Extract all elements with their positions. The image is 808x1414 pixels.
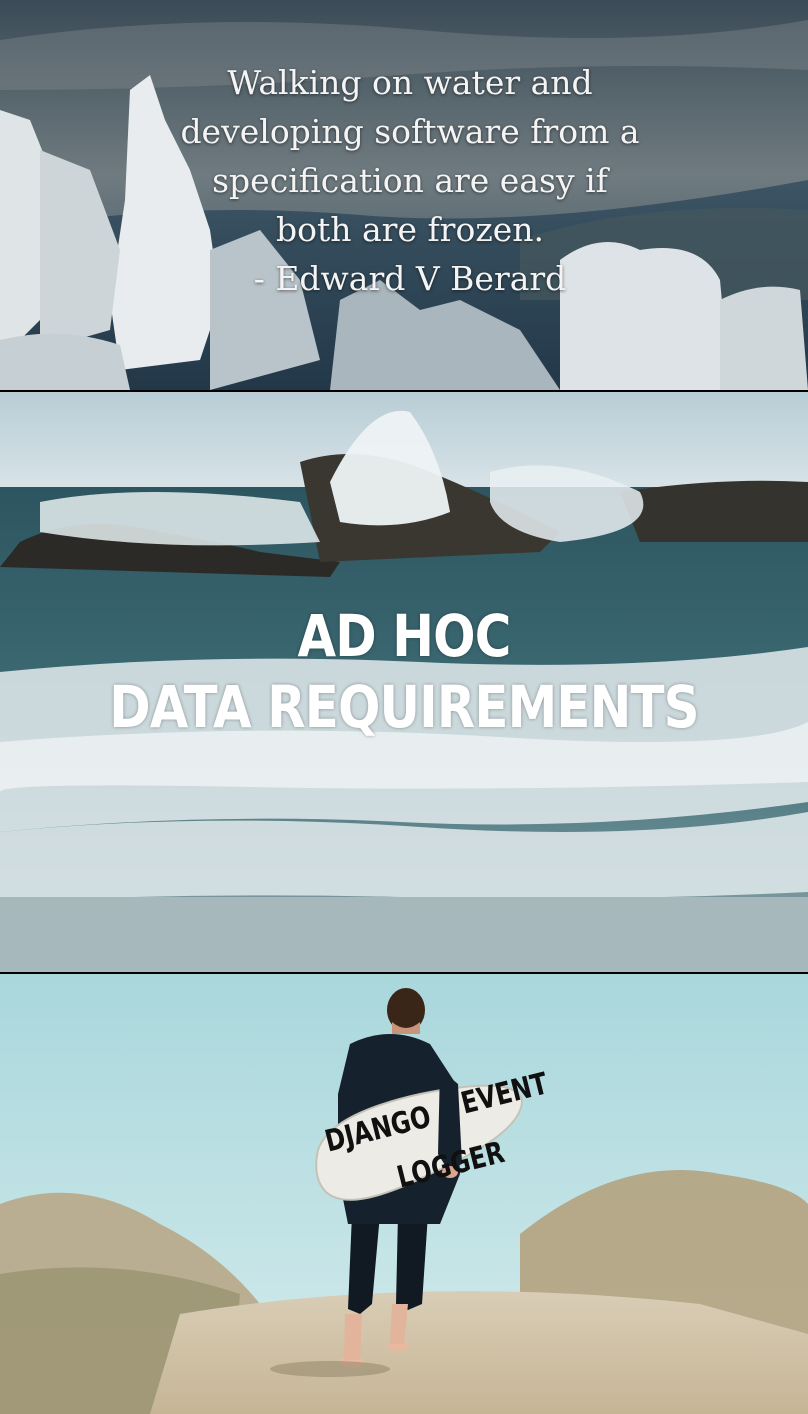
- quote-line-1: Walking on water and: [227, 63, 593, 102]
- quote-text: Walking on water and developing software…: [110, 58, 710, 303]
- surfer-panel: DJANGO EVENT LOGGER: [0, 974, 808, 1414]
- quote-line-4: both are frozen.: [276, 210, 544, 249]
- waves-panel: AD HOC DATA REQUIREMENTS: [0, 392, 808, 972]
- caption-line-2: DATA REQUIREMENTS: [109, 673, 699, 741]
- quote-panel: Walking on water and developing software…: [0, 0, 808, 390]
- quote-line-3: specification are easy if: [212, 161, 608, 200]
- quote-attribution: - Edward V Berard: [253, 259, 567, 298]
- caption-line-1: AD HOC: [297, 602, 512, 670]
- quote-line-2: developing software from a: [180, 112, 640, 151]
